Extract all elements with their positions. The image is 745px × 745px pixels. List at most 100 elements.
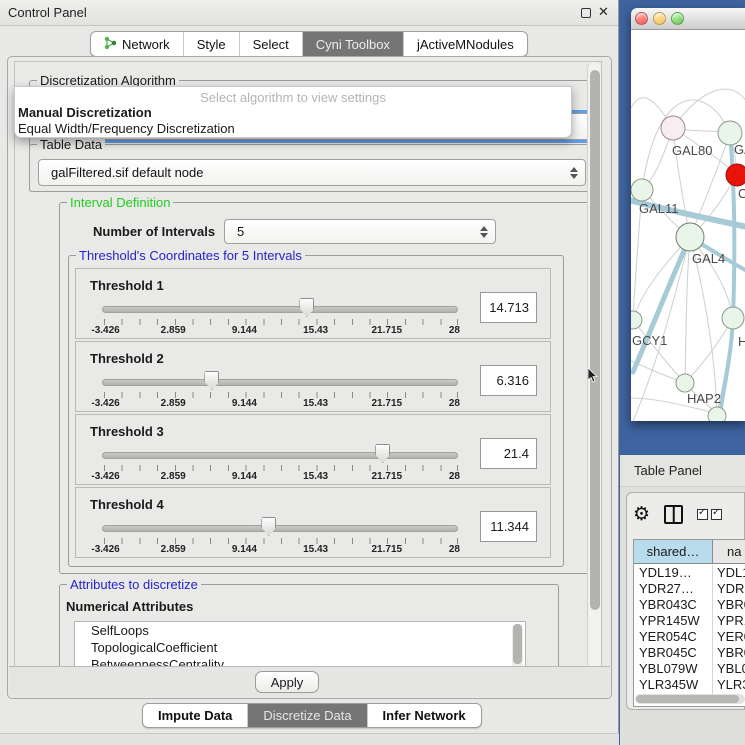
tab-jactivemnodules[interactable]: jActiveMNodules [404,32,527,56]
float-window-icon[interactable] [581,8,591,18]
threshold-3-value-field[interactable]: 21.4 [480,438,537,469]
table-data-group: Table Data galFiltered.sif default node [29,144,593,192]
tab-select-label: Select [253,37,289,52]
node-hap2[interactable] [676,374,694,392]
network-window-frame: GAL80 GA C GAL11 GAL4 GCY1 H HAP2 [620,0,745,455]
slider-tick-labels: -3.426 2.859 9.144 15.43 21.715 28 [102,398,458,411]
threshold-2-slider: -3.426 2.859 9.144 15.43 21.715 28 [102,342,458,413]
column-header-name[interactable]: na [713,540,745,563]
interval-definition-group-title: Interval Definition [67,195,173,210]
threshold-3-slider: -3.426 2.859 9.144 15.43 21.715 28 [102,415,458,486]
table-horizontal-scrollbar-thumb[interactable] [636,695,739,703]
tab-style[interactable]: Style [184,32,240,56]
apply-button[interactable]: Apply [255,671,319,693]
checkbox-icon[interactable] [697,509,708,520]
table-row[interactable]: YLR345WYLR3 [634,677,745,693]
threshold-2-value-field[interactable]: 6.316 [480,365,537,396]
slider-track[interactable] [102,306,458,313]
network-canvas[interactable]: GAL80 GA C GAL11 GAL4 GCY1 H HAP2 [631,30,745,421]
attributes-group: Attributes to discretize Numerical Attri… [59,584,559,671]
table-row[interactable]: YER054CYER0 [634,629,745,645]
attributes-group-title: Attributes to discretize [67,577,201,592]
panel-scrollbar[interactable] [587,62,601,670]
slider-thumb[interactable] [299,298,314,317]
list-item[interactable]: SelfLoops [75,622,525,639]
table-row[interactable]: YDL19…YDL1 [634,565,745,581]
table-header-row: shared… na [634,540,745,564]
minimize-traffic-light-icon[interactable] [653,12,666,25]
slider-thumb[interactable] [375,444,390,463]
gear-icon[interactable]: ⚙ [633,505,650,524]
tab-select[interactable]: Select [240,32,303,56]
threshold-4-slider: -3.426 2.859 9.144 15.43 21.715 28 [102,488,458,559]
checkbox-icons[interactable] [697,509,722,520]
numerical-attributes-list: SelfLoops TopologicalCoefficient Between… [74,621,526,671]
threshold-4-panel: Threshold 4 -3.426 2.859 9.144 15.43 [75,487,551,558]
combo-arrows-icon [570,167,578,179]
columns-icon[interactable] [664,505,683,524]
numerical-attributes-label: Numerical Attributes [66,599,193,614]
tab-network[interactable]: Network [91,32,184,56]
thresholds-group: Threshold's Coordinates for 5 Intervals … [68,255,564,567]
node-partial-right[interactable] [722,307,744,329]
bottom-strip [0,733,619,745]
tab-infer-network-label: Infer Network [383,708,466,723]
tab-discretize-data[interactable]: Discretize Data [248,704,367,727]
node-label-gal80: GAL80 [672,143,712,158]
threshold-1-value-field[interactable]: 14.713 [480,292,537,323]
settings-viewport: Discretization Algorithm Table Data galF… [14,61,602,671]
slider-thumb[interactable] [204,371,219,390]
node-gal80[interactable] [661,116,685,140]
table-row[interactable]: YBR043CYBR0 [634,597,745,613]
node-label-partial-h: H [738,334,745,349]
table-row[interactable]: YBL079WYBL0 [634,661,745,677]
node-gal11[interactable] [631,179,653,201]
table-data-combobox-value: galFiltered.sif default node [39,165,585,180]
slider-thumb[interactable] [261,517,276,536]
threshold-1-slider: -3.426 2.859 9.144 15.43 21.715 28 [102,269,458,340]
popup-item-manual-discretization[interactable]: Manual Discretization [18,105,152,120]
node-label-partial-ga: GA [734,142,745,157]
tab-cyni-toolbox[interactable]: Cyni Toolbox [303,32,404,56]
number-of-intervals-combobox[interactable]: 5 [224,219,496,244]
popup-item-equal-width-frequency[interactable]: Equal Width/Frequency Discretization [18,121,235,136]
tab-style-label: Style [197,37,226,52]
list-scrollbar[interactable] [512,624,523,670]
node-label-gal4: GAL4 [692,251,725,266]
threshold-4-value-field[interactable]: 11.344 [480,511,537,542]
table-row[interactable]: YBR045CYBR0 [634,645,745,661]
network-view-window: GAL80 GA C GAL11 GAL4 GCY1 H HAP2 [631,8,745,421]
zoom-traffic-light-icon[interactable] [671,12,684,25]
app-root: Control Panel ✕ Network [0,0,745,745]
mouse-cursor [588,368,599,386]
node-gal4[interactable] [676,223,704,251]
list-item[interactable]: TopologicalCoefficient [75,639,525,656]
slider-track[interactable] [102,525,458,532]
node-label-partial-c: C [738,186,745,201]
tab-impute-data-label: Impute Data [158,708,232,723]
node-red[interactable] [726,164,745,186]
tab-network-label: Network [122,37,170,52]
threshold-2-panel: Threshold 2 -3.426 2.859 9.144 15.43 [75,341,551,412]
table-row[interactable]: YPR145WYPR1 [634,613,745,629]
node-gcy1[interactable] [631,311,642,329]
panel-scrollbar-thumb[interactable] [590,70,600,610]
table-data-combobox[interactable]: galFiltered.sif default node [38,159,586,186]
close-icon[interactable]: ✕ [598,4,609,20]
checkbox-icon[interactable] [711,509,722,520]
bottom-tab-bar: Impute Data Discretize Data Infer Networ… [142,703,482,728]
node-partial-bottom[interactable] [708,407,726,421]
tab-infer-network[interactable]: Infer Network [368,704,481,727]
slider-tick-labels: -3.426 2.859 9.144 15.43 21.715 28 [102,471,458,484]
slider-track[interactable] [102,452,458,459]
network-view-titlebar[interactable] [631,8,745,30]
table-row[interactable]: YDR27…YDR2 [634,581,745,597]
node-label-gcy1: GCY1 [632,333,667,348]
table-panel-area: ⚙ shared… na YDL19…YDL1 YDR27…YDR2 YBR04… [620,487,745,745]
close-traffic-light-icon[interactable] [635,12,648,25]
tab-impute-data[interactable]: Impute Data [143,704,248,727]
slider-tick-labels: -3.426 2.859 9.144 15.43 21.715 28 [102,544,458,557]
column-header-shared[interactable]: shared… [634,540,713,563]
table-horizontal-scrollbar[interactable] [635,694,745,704]
slider-track[interactable] [102,379,458,386]
